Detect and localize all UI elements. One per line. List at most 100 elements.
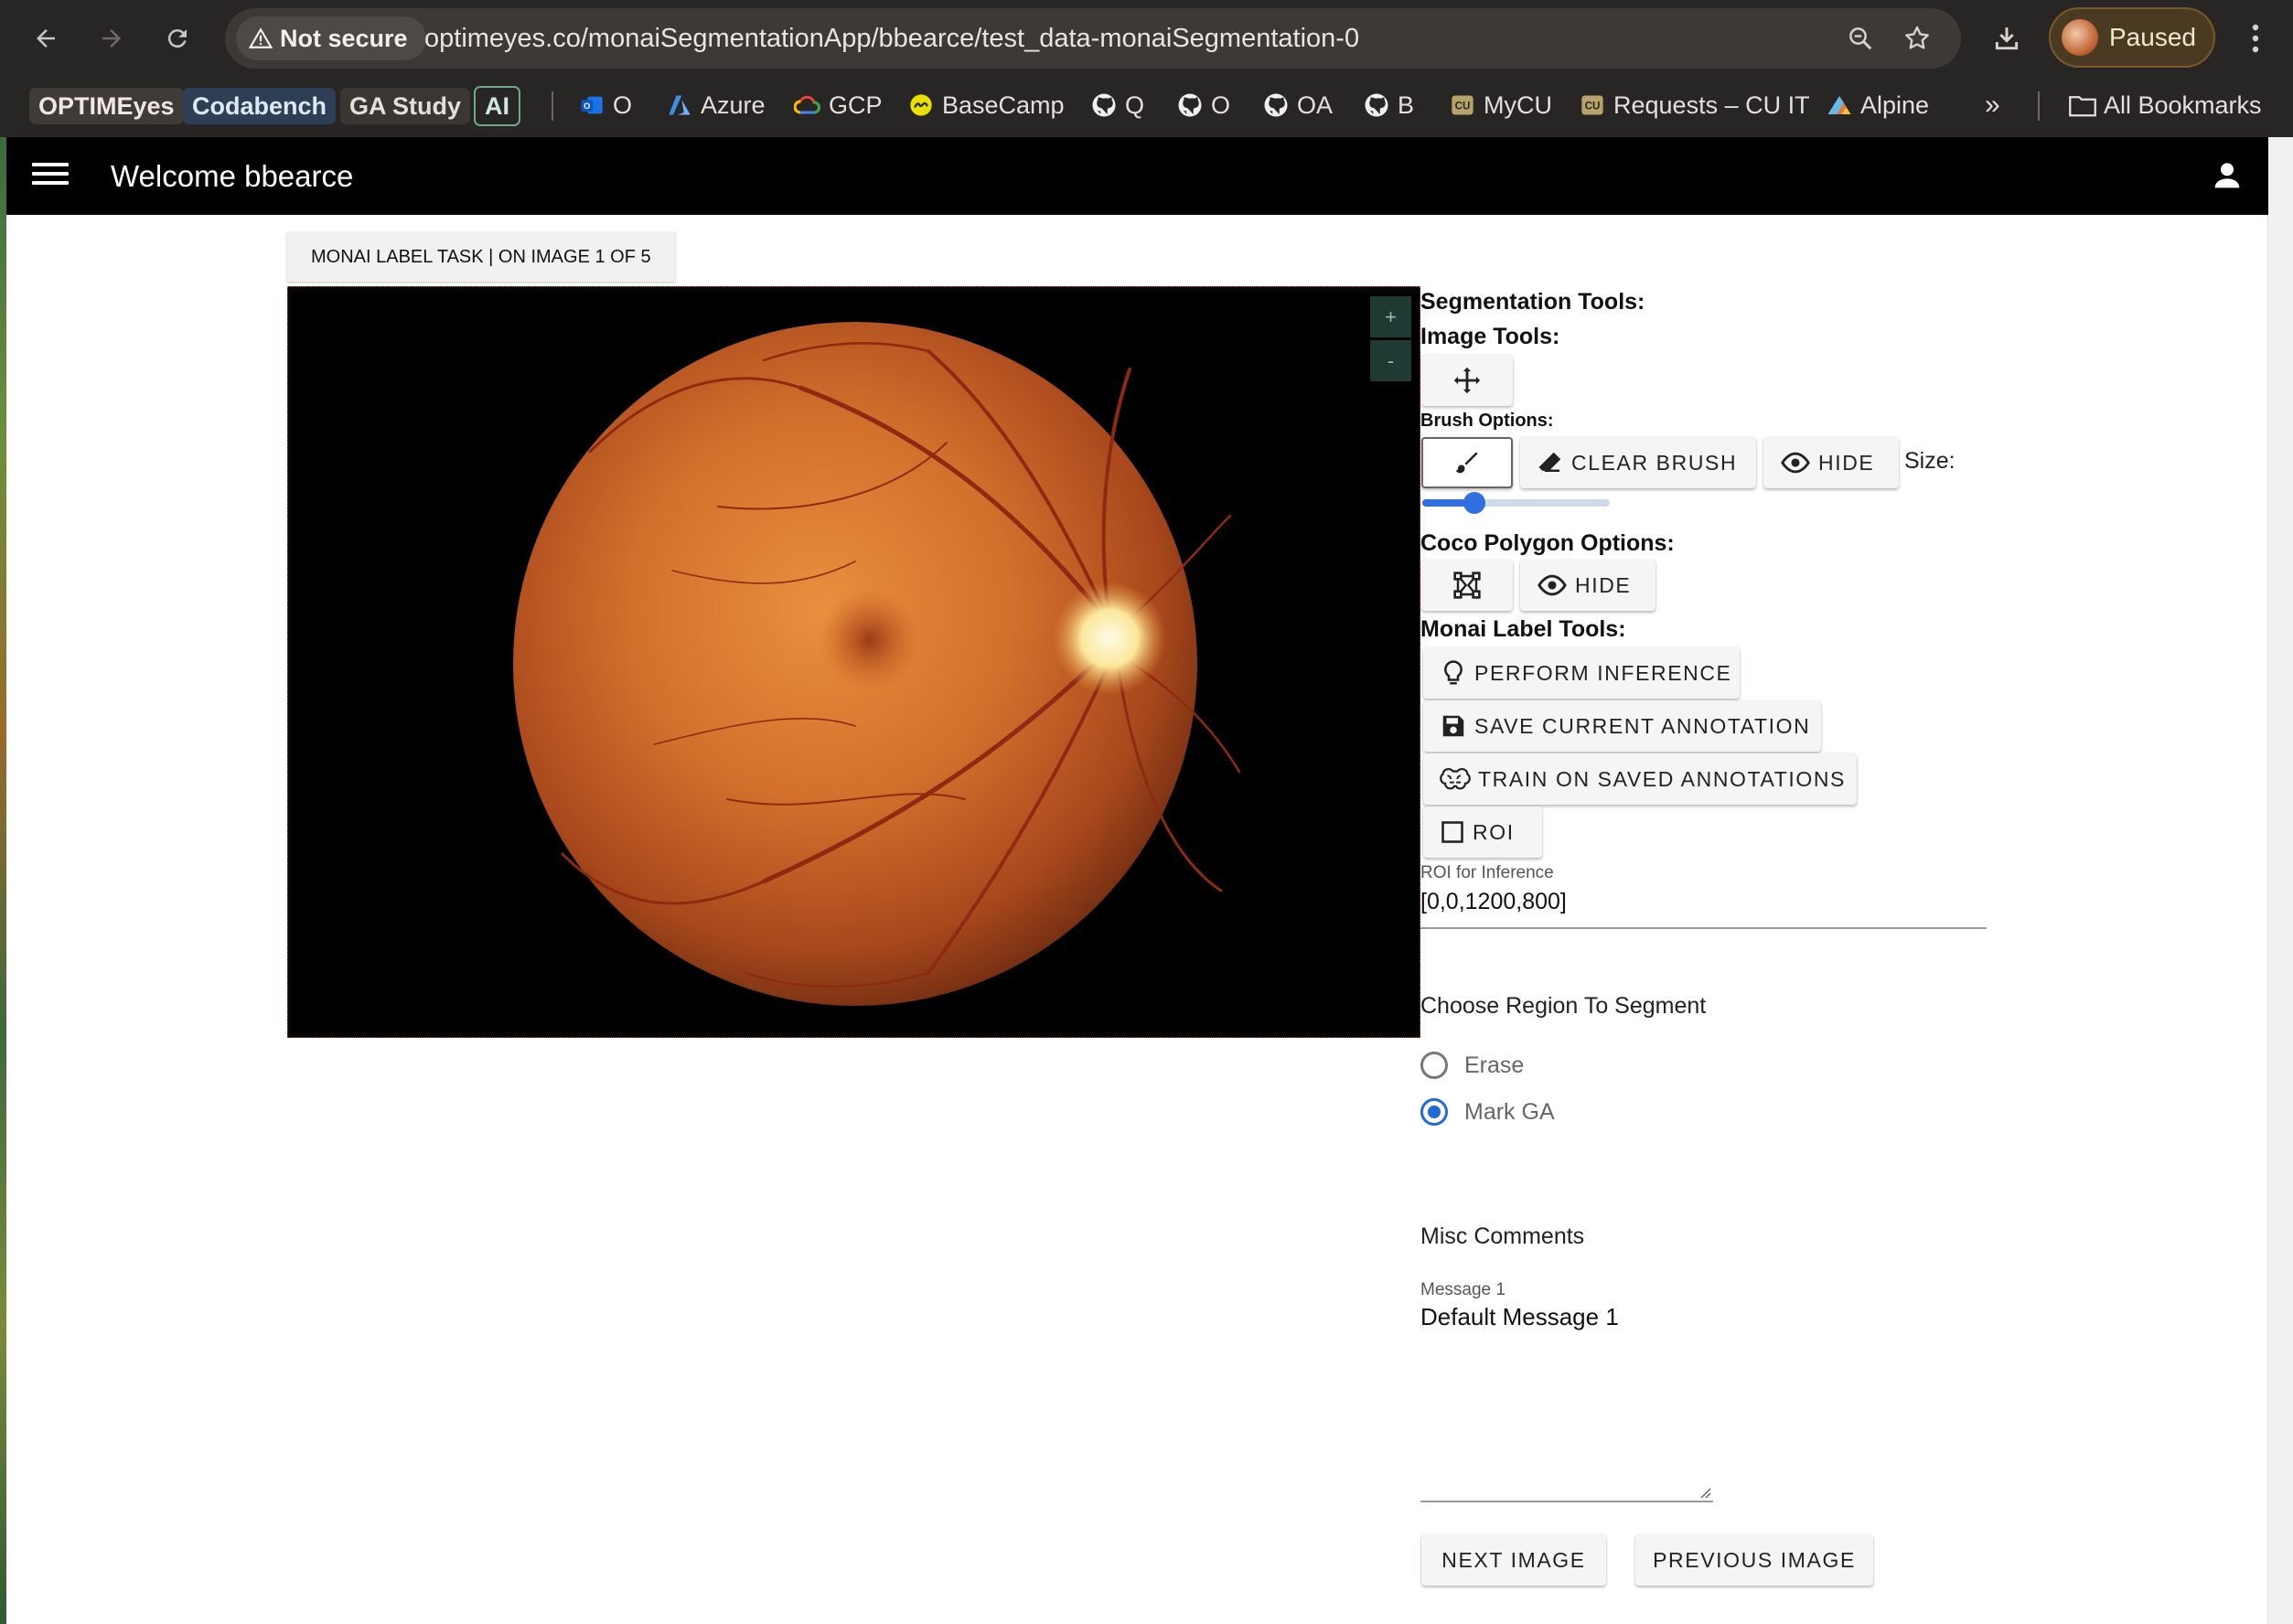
message-field-label: Message 1 <box>1420 1280 1505 1299</box>
alpine-icon <box>1826 91 1853 119</box>
svg-text:CU: CU <box>1585 101 1601 112</box>
arrow-left-icon <box>37 29 55 48</box>
bookmark-alpine[interactable]: Alpine <box>1826 79 1929 132</box>
page-scrollbar[interactable] <box>2267 137 2293 1624</box>
bookmark-github-o[interactable]: O <box>1176 79 1230 132</box>
app-title: Welcome bbearce <box>111 159 354 193</box>
bookmarks-bar: OPTIMEyes Codabench GA Study AI O O Azur… <box>0 79 2293 132</box>
azure-icon <box>666 91 693 119</box>
roi-input-underline <box>1420 927 1987 929</box>
brush-size-label: Size: <box>1904 448 1955 474</box>
train-button[interactable]: TRAIN ON SAVED ANNOTATIONS <box>1423 753 1857 805</box>
misc-comments-heading: Misc Comments <box>1420 1223 1585 1249</box>
security-label: Not secure <box>280 24 408 52</box>
menu-icon[interactable] <box>32 157 69 194</box>
brush-icon <box>1455 452 1478 474</box>
zoom-in-button[interactable]: + <box>1370 296 1411 337</box>
region-heading: Choose Region To Segment <box>1420 993 1707 1019</box>
bookmark-folder-codabench[interactable]: Codabench <box>183 88 337 124</box>
radio-mark-ga[interactable]: Mark GA <box>1420 1094 1555 1130</box>
segmentation-tools-heading: Segmentation Tools: <box>1420 289 1645 315</box>
app-bar: Welcome bbearce <box>6 137 2268 215</box>
lightbulb-icon <box>1444 660 1463 685</box>
eye-icon <box>1781 452 1810 474</box>
brush-options-heading: Brush Options: <box>1420 411 1554 431</box>
image-viewer[interactable]: + - <box>287 286 1420 1038</box>
folder-icon <box>2069 91 2096 119</box>
basecamp-icon <box>907 91 935 119</box>
bookmark-github-b[interactable]: B <box>1363 79 1414 132</box>
all-bookmarks-button[interactable]: All Bookmarks <box>2069 79 2262 132</box>
perform-inference-button[interactable]: PERFORM INFERENCE <box>1423 647 1740 699</box>
more-vert-icon <box>2252 24 2259 53</box>
zoom-out-button[interactable]: - <box>1370 340 1411 381</box>
browser-chrome: Not secure optimeyes.co/monaiSegmentatio… <box>0 0 2293 137</box>
bookmark-azure[interactable]: Azure <box>666 79 766 132</box>
downloads-button[interactable] <box>1983 15 2030 62</box>
arrow-right-icon <box>102 29 121 48</box>
profile-button[interactable]: Paused <box>2049 7 2215 68</box>
polygon-hide-button[interactable]: HIDE <box>1520 560 1655 611</box>
coco-polygon-heading: Coco Polygon Options: <box>1420 530 1675 556</box>
download-icon <box>1995 27 2019 50</box>
resize-handle-icon[interactable] <box>1698 1486 1711 1499</box>
security-chip[interactable]: Not secure <box>236 16 426 60</box>
radio-mark-ga-circle[interactable] <box>1420 1098 1448 1126</box>
radio-erase-label: Erase <box>1464 1052 1525 1078</box>
reload-button[interactable] <box>152 13 203 64</box>
task-tab[interactable]: MONAI LABEL TASK | ON IMAGE 1 OF 5 <box>287 232 675 282</box>
github-icon <box>1176 91 1204 119</box>
brush-size-thumb[interactable] <box>1463 492 1486 514</box>
bookmark-folder-ai[interactable]: AI <box>474 86 520 126</box>
roi-button[interactable]: ROI <box>1423 807 1542 858</box>
cu-icon: CU <box>1449 91 1476 119</box>
message-textarea-underline <box>1420 1501 1713 1502</box>
bookmark-folder-ga-study[interactable]: GA Study <box>340 88 471 124</box>
roi-input[interactable]: [0,0,1200,800] <box>1420 889 1567 915</box>
brush-hide-button[interactable]: HIDE <box>1763 437 1899 488</box>
previous-image-button[interactable]: PREVIOUS IMAGE <box>1635 1534 1873 1586</box>
gcp-icon <box>794 91 821 119</box>
address-bar[interactable]: Not secure optimeyes.co/monaiSegmentatio… <box>225 8 1961 69</box>
message-textarea[interactable]: Default Message 1 <box>1420 1303 1619 1331</box>
bookmark-github-q[interactable]: Q <box>1090 79 1144 132</box>
forward-button[interactable] <box>86 13 137 64</box>
account-icon[interactable] <box>2209 157 2245 194</box>
next-image-button[interactable]: NEXT IMAGE <box>1421 1534 1606 1586</box>
move-icon <box>1453 367 1481 394</box>
bookmarks-overflow-button[interactable]: » <box>1985 79 2000 132</box>
bookmark-star-icon[interactable] <box>1895 16 1939 60</box>
github-icon <box>1363 91 1390 119</box>
back-button[interactable] <box>20 13 71 64</box>
github-icon <box>1262 91 1290 119</box>
url-text[interactable]: optimeyes.co/monaiSegmentationApp/bbearc… <box>424 8 1359 69</box>
brush-size-slider[interactable] <box>1422 492 1610 514</box>
square-icon <box>1441 821 1463 843</box>
github-icon <box>1090 91 1118 119</box>
svg-text:CU: CU <box>1455 101 1471 112</box>
browser-menu-button[interactable] <box>2237 13 2274 64</box>
save-annotation-button[interactable]: SAVE CURRENT ANNOTATION <box>1423 700 1821 752</box>
polygon-icon <box>1453 572 1481 599</box>
pan-tool-button[interactable] <box>1421 355 1513 406</box>
profile-status: Paused <box>2109 23 2196 51</box>
bookmarks-separator <box>552 91 553 121</box>
zoom-page-icon[interactable] <box>1838 16 1882 60</box>
bookmark-mycu[interactable]: CU MyCU <box>1449 79 1552 132</box>
bookmark-outlook[interactable]: O O <box>578 79 632 132</box>
avatar <box>2062 19 2098 56</box>
bookmark-requests-cu-it[interactable]: CU Requests – CU IT <box>1579 79 1810 132</box>
bookmark-folder-optimeyes[interactable]: OPTIMEyes <box>29 88 184 124</box>
radio-erase-circle[interactable] <box>1420 1052 1448 1079</box>
bookmark-basecamp[interactable]: BaseCamp <box>907 79 1065 132</box>
bookmark-github-oa[interactable]: OA <box>1262 79 1333 132</box>
brush-tool-button[interactable] <box>1421 437 1513 488</box>
polygon-tool-button[interactable] <box>1421 560 1513 611</box>
monai-label-heading: Monai Label Tools: <box>1420 616 1626 642</box>
bookmark-gcp[interactable]: GCP <box>794 79 883 132</box>
svg-text:O: O <box>584 102 590 111</box>
outlook-icon: O <box>578 91 605 119</box>
clear-brush-button[interactable]: CLEAR BRUSH <box>1520 437 1756 488</box>
reload-icon <box>167 29 187 48</box>
radio-erase[interactable]: Erase <box>1420 1047 1524 1084</box>
